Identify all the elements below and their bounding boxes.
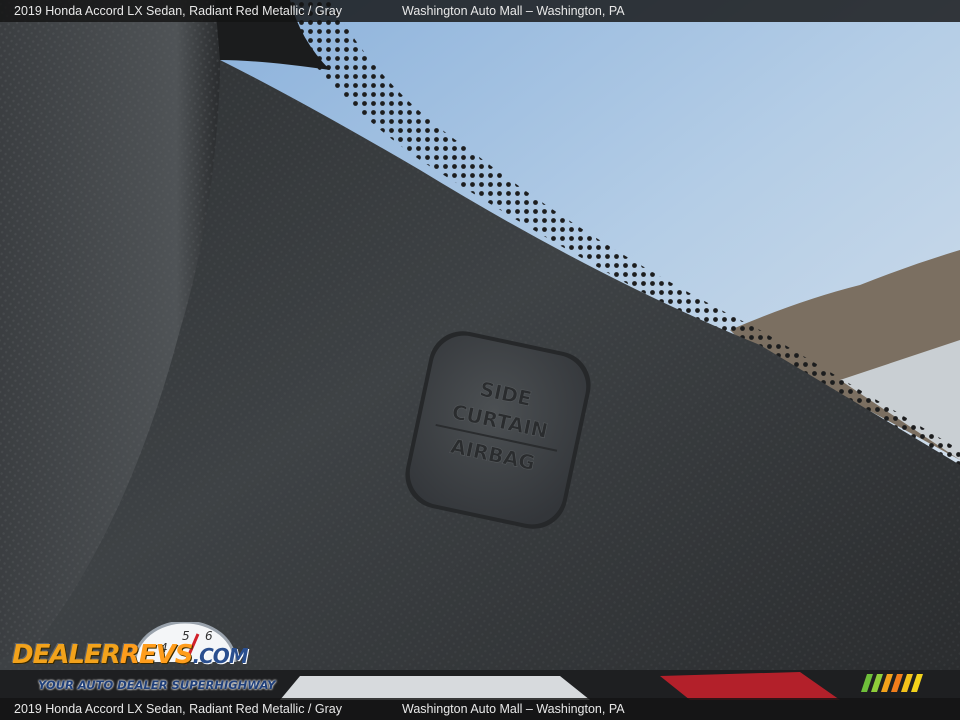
caption-bar-bottom: 2019 Honda Accord LX Sedan, Radiant Red … bbox=[0, 698, 960, 720]
caption-bar-top: 2019 Honda Accord LX Sedan, Radiant Red … bbox=[0, 0, 960, 22]
car-interior-photo: SIDE CURTAIN AIRBAG bbox=[0, 0, 960, 720]
dealer-caption: Washington Auto Mall – Washington, PA bbox=[402, 702, 625, 716]
dealerrevs-logo: DEALERREVS.COM bbox=[12, 640, 249, 670]
vehicle-caption: 2019 Honda Accord LX Sedan, Radiant Red … bbox=[14, 702, 342, 716]
vehicle-caption: 2019 Honda Accord LX Sedan, Radiant Red … bbox=[14, 4, 342, 18]
stripes-logo-icon bbox=[861, 674, 923, 692]
dealerrevs-tagline: YOUR AUTO DEALER SUPERHIGHWAY bbox=[38, 678, 276, 692]
dealer-caption: Washington Auto Mall – Washington, PA bbox=[402, 4, 625, 18]
